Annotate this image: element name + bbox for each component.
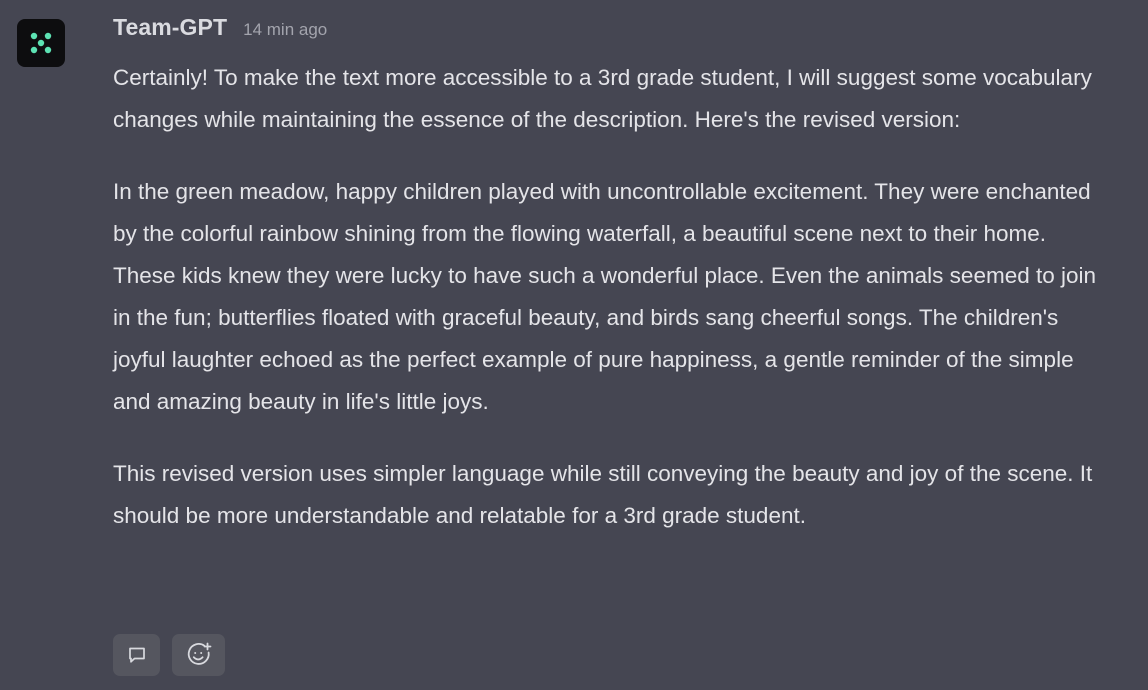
message-content: Team-GPT 14 min ago Certainly! To make t…	[113, 14, 1113, 537]
comment-button[interactable]	[113, 634, 160, 676]
chat-message: Team-GPT 14 min ago Certainly! To make t…	[0, 0, 1148, 690]
message-body: Certainly! To make the text more accessi…	[113, 57, 1113, 537]
message-actions	[113, 634, 225, 676]
message-paragraph: This revised version uses simpler langua…	[113, 461, 1093, 528]
message-paragraph: In the green meadow, happy children play…	[113, 179, 1097, 414]
dice-dots-icon	[30, 32, 52, 54]
add-reaction-icon	[187, 642, 211, 665]
author-name: Team-GPT	[113, 14, 228, 40]
comment-icon	[128, 647, 145, 663]
message-timestamp: 14 min ago	[243, 20, 328, 39]
message-header: Team-GPT 14 min ago	[113, 14, 1113, 48]
team-gpt-avatar	[17, 19, 65, 67]
message-paragraph: Certainly! To make the text more accessi…	[113, 65, 1092, 132]
add-reaction-button[interactable]	[172, 634, 225, 676]
